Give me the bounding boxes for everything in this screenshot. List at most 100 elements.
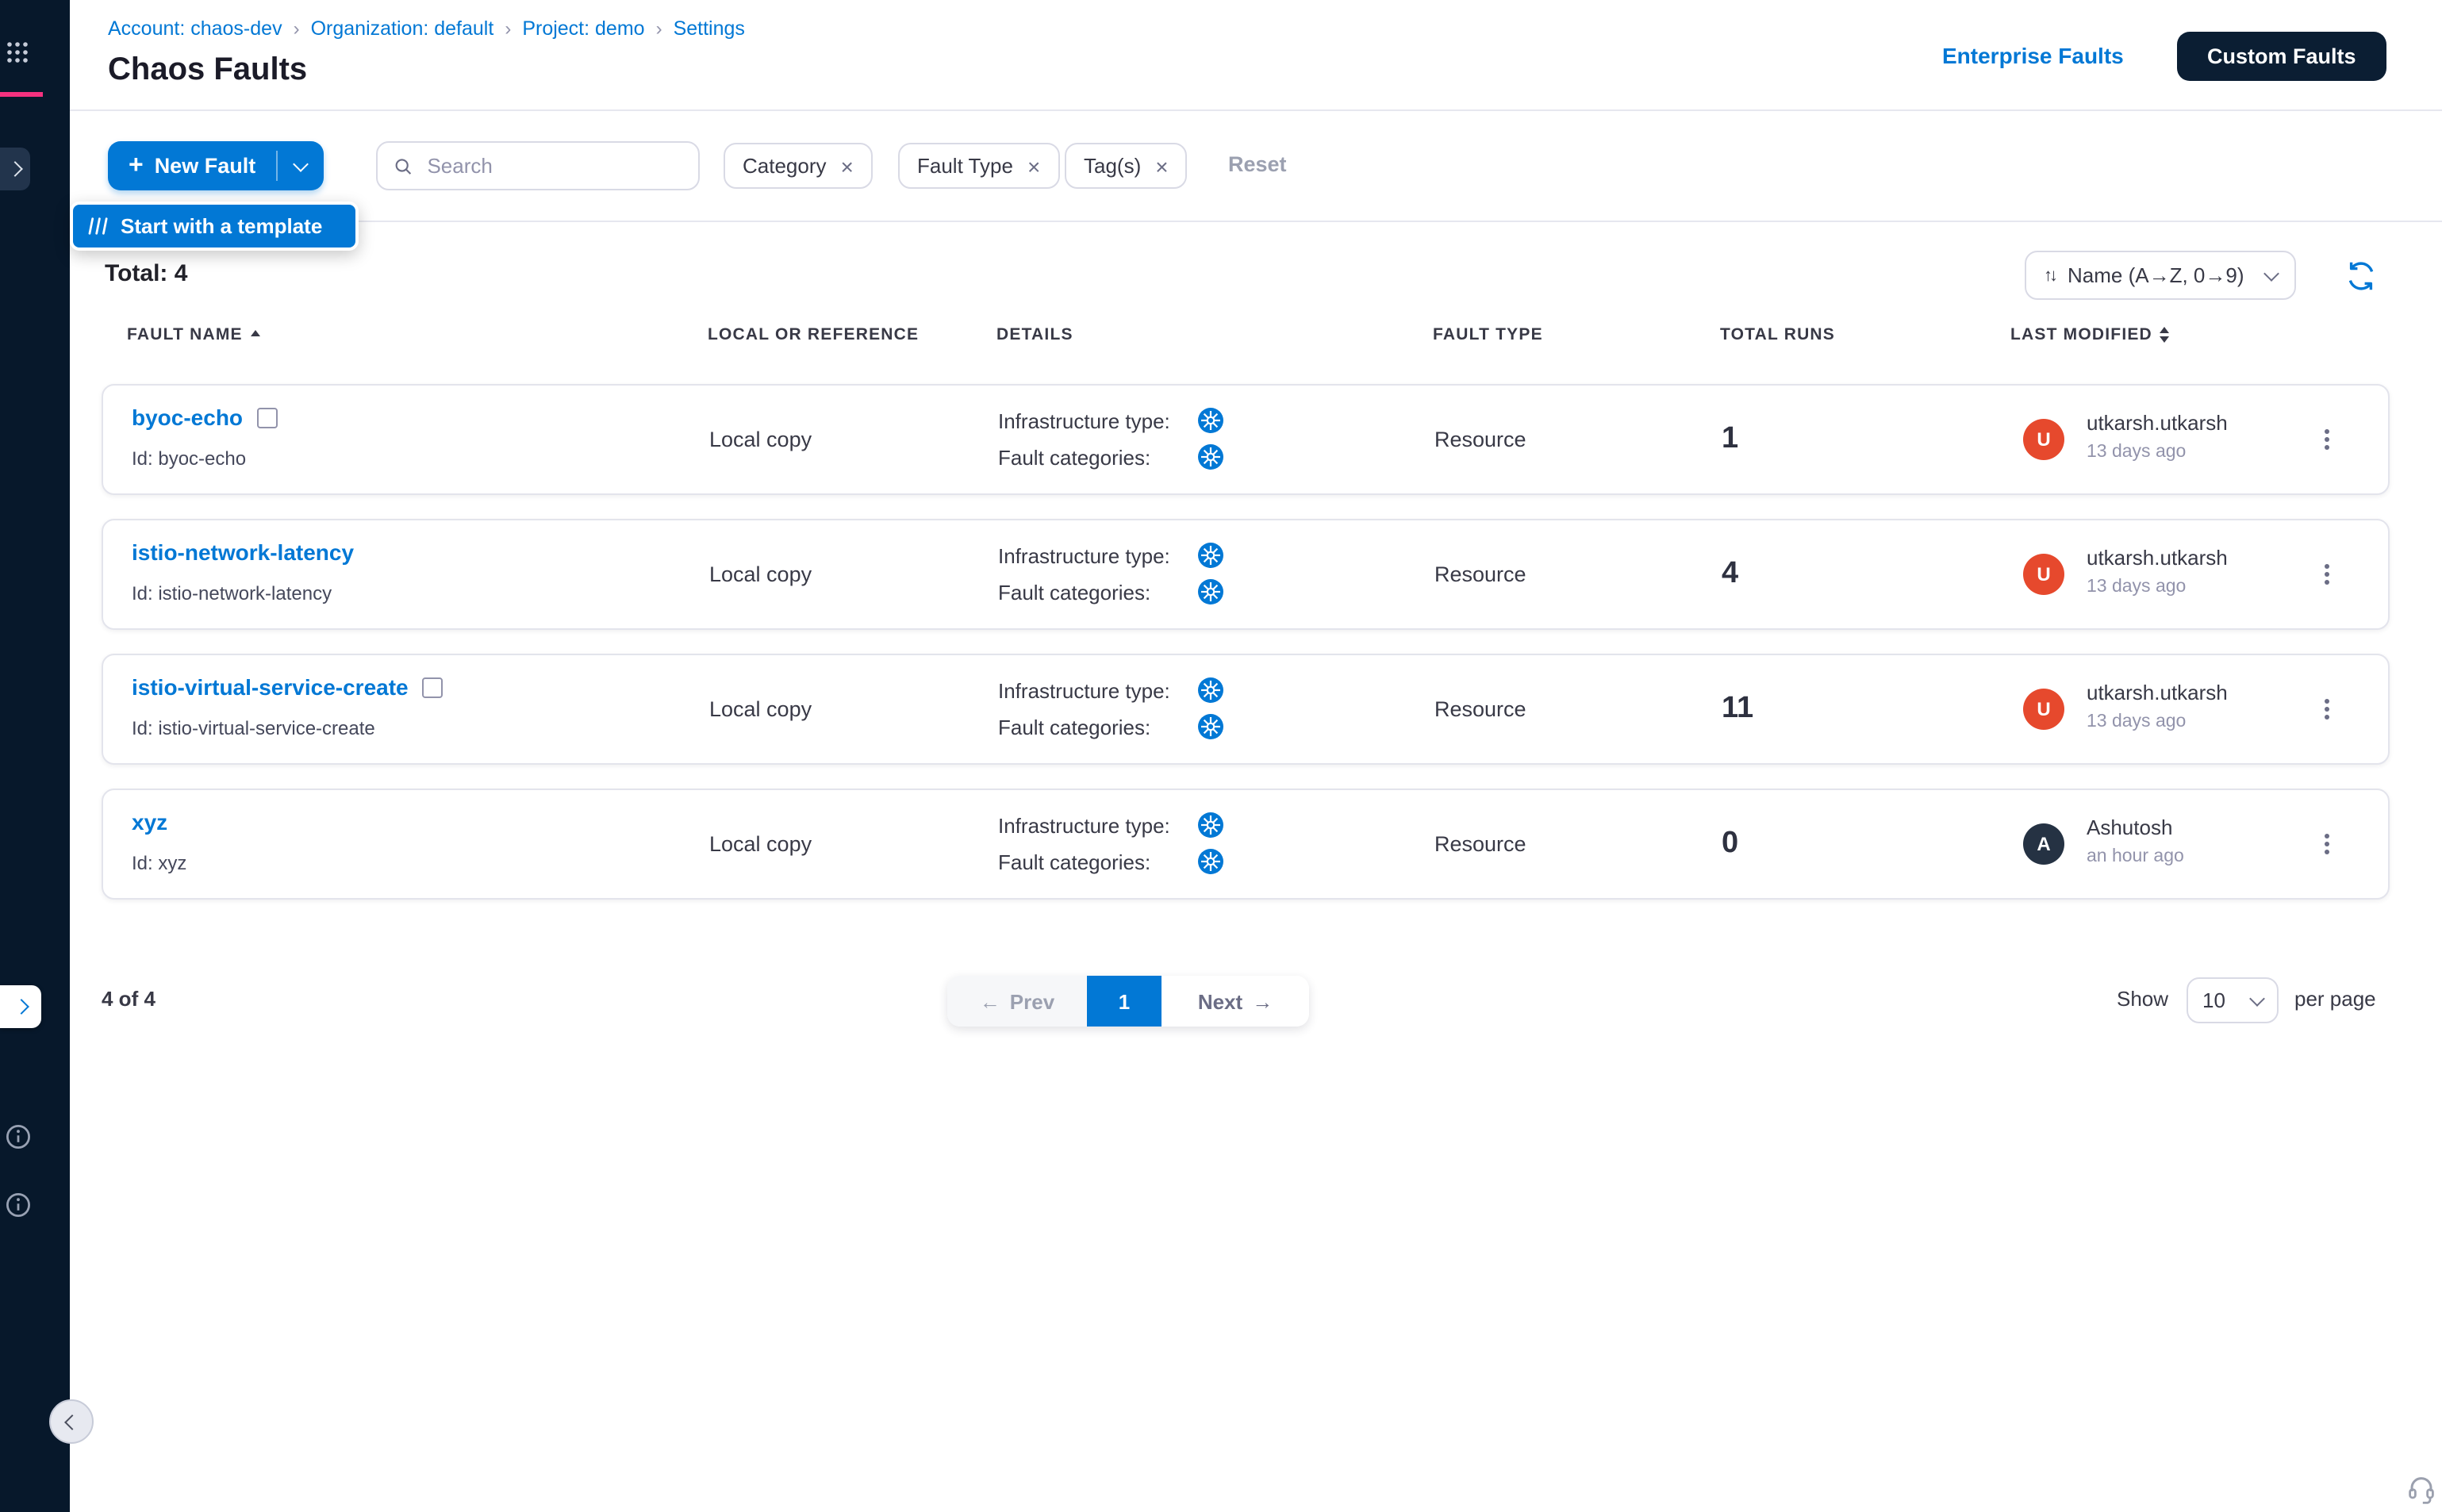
custom-faults-button[interactable]: Custom Faults xyxy=(2177,32,2386,81)
sort-arrows-icon: ↑↓ xyxy=(2044,266,2055,285)
prev-page-button[interactable]: ← Prev xyxy=(947,976,1087,1027)
sort-both-icon[interactable] xyxy=(2160,328,2170,343)
table-row: byoc-echo Id: byoc-echo Local copy Infra… xyxy=(102,384,2390,495)
apps-grid-icon[interactable] xyxy=(6,41,29,63)
breadcrumb-project[interactable]: Project: demo xyxy=(522,17,644,40)
chip-label: Category xyxy=(743,154,827,178)
row-menu-button[interactable] xyxy=(2318,555,2336,594)
fault-id: Id: byoc-echo xyxy=(132,447,246,470)
fault-select-checkbox[interactable] xyxy=(257,407,278,428)
nav-expand-button[interactable] xyxy=(0,148,30,190)
infrastructure-type-label: Infrastructure type: xyxy=(998,409,1198,432)
sidebar-expand-button[interactable] xyxy=(0,985,41,1028)
fault-name-link[interactable]: xyz xyxy=(132,809,167,835)
filter-chip-category[interactable]: Category × xyxy=(724,143,873,189)
infrastructure-type-label: Infrastructure type: xyxy=(998,543,1198,567)
fault-categories-label: Fault categories: xyxy=(998,445,1198,469)
close-icon[interactable]: × xyxy=(841,155,854,177)
refresh-icon[interactable] xyxy=(2345,260,2377,292)
fault-name-cell: byoc-echo xyxy=(132,405,278,430)
new-fault-dropdown-button[interactable] xyxy=(278,141,324,190)
main-content: Account: chaos-dev › Organization: defau… xyxy=(70,0,2442,1512)
kubernetes-icon[interactable] xyxy=(1198,408,1223,433)
total-count-label: Total: 4 xyxy=(105,260,187,287)
sidebar-collapse-handle[interactable] xyxy=(49,1399,94,1444)
table-header-row: FAULT NAME LOCAL OR REFERENCE DETAILS FA… xyxy=(102,325,2390,354)
show-label: Show xyxy=(2117,987,2168,1011)
column-details: DETAILS xyxy=(996,325,1073,344)
fault-name-cell: xyz xyxy=(132,809,167,835)
modified-time: 13 days ago xyxy=(2087,443,2186,462)
fault-id: Id: xyz xyxy=(132,852,186,874)
close-icon[interactable]: × xyxy=(1155,155,1168,177)
kubernetes-icon[interactable] xyxy=(1198,543,1223,568)
local-or-reference-value: Local copy xyxy=(709,832,812,856)
local-or-reference-value: Local copy xyxy=(709,428,812,451)
breadcrumb-separator: › xyxy=(505,17,511,40)
filter-chip-tags[interactable]: Tag(s) × xyxy=(1065,143,1188,189)
start-with-template-menu-item[interactable]: Start with a template xyxy=(73,205,355,248)
kubernetes-icon[interactable] xyxy=(1198,579,1223,604)
infrastructure-type-label: Infrastructure type: xyxy=(998,813,1198,837)
fault-categories-label: Fault categories: xyxy=(998,580,1198,604)
new-fault-split-button[interactable]: + New Fault xyxy=(108,141,324,190)
header-divider xyxy=(70,109,2442,111)
filter-chip-fault-type[interactable]: Fault Type × xyxy=(898,143,1059,189)
menu-item-label: Start with a template xyxy=(121,214,322,238)
next-page-button[interactable]: Next → xyxy=(1161,976,1309,1027)
fault-select-checkbox[interactable] xyxy=(423,677,443,697)
kubernetes-icon[interactable] xyxy=(1198,812,1223,838)
help-icon[interactable] xyxy=(5,1192,32,1218)
reset-filters-link[interactable]: Reset xyxy=(1228,152,1287,176)
fault-name-link[interactable]: istio-virtual-service-create xyxy=(132,674,409,700)
total-runs-value: 11 xyxy=(1722,692,1753,727)
chip-label: Fault Type xyxy=(917,154,1013,178)
column-fault-name[interactable]: FAULT NAME xyxy=(127,325,243,344)
kubernetes-icon[interactable] xyxy=(1198,444,1223,470)
table-row: istio-virtual-service-create Id: istio-v… xyxy=(102,654,2390,765)
per-page-label: per page xyxy=(2294,987,2376,1011)
avatar: U xyxy=(2023,689,2064,730)
kubernetes-icon[interactable] xyxy=(1198,677,1223,703)
fault-type-value: Resource xyxy=(1434,428,1526,451)
pager: ← Prev 1 Next → xyxy=(947,976,1309,1027)
fault-name-cell: istio-virtual-service-create xyxy=(132,674,443,700)
chevron-down-icon xyxy=(2264,265,2280,281)
template-icon xyxy=(87,216,108,236)
breadcrumb-organization[interactable]: Organization: default xyxy=(311,17,494,40)
arrow-left-icon: ← xyxy=(980,989,1000,1013)
breadcrumb-account[interactable]: Account: chaos-dev xyxy=(108,17,282,40)
fault-name-link[interactable]: istio-network-latency xyxy=(132,539,354,565)
kubernetes-icon[interactable] xyxy=(1198,849,1223,874)
support-headset-icon[interactable] xyxy=(2406,1472,2437,1504)
modified-by-user: utkarsh.utkarsh xyxy=(2087,681,2228,704)
row-menu-button[interactable] xyxy=(2318,824,2336,864)
modified-time: 13 days ago xyxy=(2087,578,2186,597)
search-input[interactable] xyxy=(424,152,682,179)
sort-ascending-icon[interactable] xyxy=(251,331,260,337)
column-last-modified[interactable]: LAST MODIFIED xyxy=(2010,325,2152,344)
sort-dropdown[interactable]: ↑↓ Name (A→Z, 0→9) xyxy=(2025,251,2297,300)
page-size-select[interactable]: 10 xyxy=(2187,977,2279,1023)
avatar: U xyxy=(2023,554,2064,595)
sort-label: Name (A→Z, 0→9) xyxy=(2068,263,2244,287)
fault-name-link[interactable]: byoc-echo xyxy=(132,405,243,430)
infrastructure-type-label: Infrastructure type: xyxy=(998,678,1198,702)
breadcrumb-separator: › xyxy=(656,17,662,40)
breadcrumb-settings[interactable]: Settings xyxy=(674,17,745,40)
chaos-faults-page: Account: chaos-dev › Organization: defau… xyxy=(0,0,2442,1512)
current-page-button[interactable]: 1 xyxy=(1087,976,1161,1027)
row-menu-button[interactable] xyxy=(2318,689,2336,729)
fault-type-value: Resource xyxy=(1434,832,1526,856)
chevron-left-icon xyxy=(63,1414,79,1429)
kubernetes-icon[interactable] xyxy=(1198,714,1223,739)
details-cell: Infrastructure type: Fault categories: xyxy=(998,541,1223,606)
chevron-down-icon xyxy=(293,155,309,171)
close-icon[interactable]: × xyxy=(1027,155,1040,177)
enterprise-faults-link[interactable]: Enterprise Faults xyxy=(1942,43,2124,68)
details-cell: Infrastructure type: Fault categories: xyxy=(998,406,1223,471)
modified-time: 13 days ago xyxy=(2087,712,2186,731)
row-menu-button[interactable] xyxy=(2318,420,2336,459)
info-icon[interactable] xyxy=(5,1123,32,1150)
chip-label: Tag(s) xyxy=(1084,154,1141,178)
